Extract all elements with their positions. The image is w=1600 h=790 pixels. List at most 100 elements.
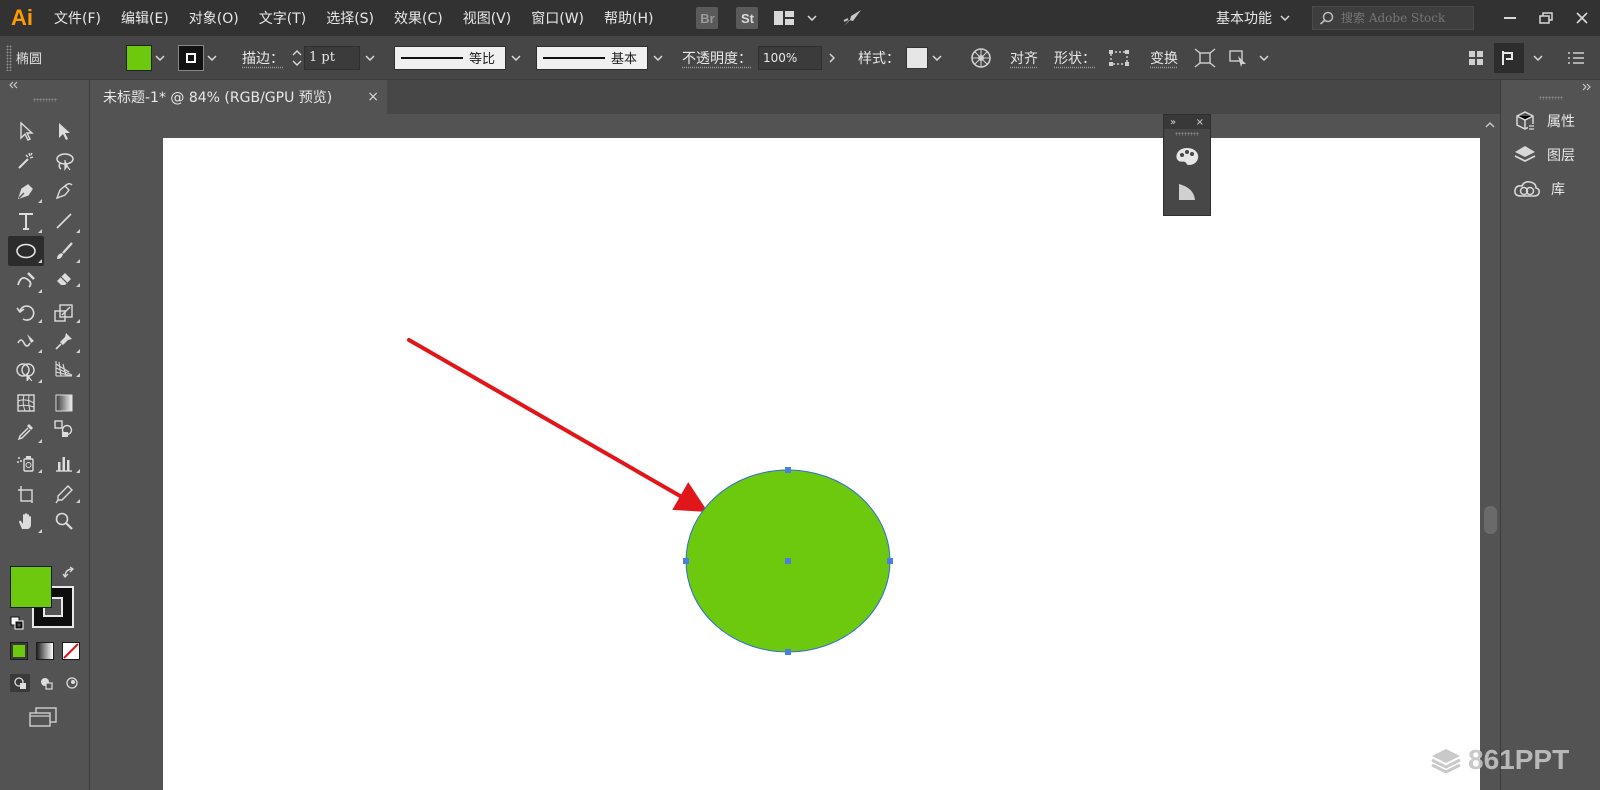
workspace-switcher[interactable]: 基本功能 — [1216, 8, 1290, 28]
stock-search-box[interactable] — [1312, 6, 1474, 30]
control-bar-menu-icon[interactable] — [1568, 51, 1584, 65]
vertical-scrollbar[interactable] — [1481, 114, 1500, 790]
stroke-swatch[interactable] — [178, 44, 204, 71]
default-fill-stroke-icon[interactable] — [10, 616, 24, 630]
hand-tool[interactable] — [8, 506, 44, 536]
bridge-icon[interactable]: Br — [696, 7, 719, 29]
lasso-tool[interactable] — [46, 146, 82, 176]
properties-panel-tab[interactable]: 属性 — [1501, 104, 1600, 138]
line-segment-tool[interactable] — [46, 206, 82, 236]
swap-fill-stroke-icon[interactable] — [62, 566, 76, 580]
opacity-input[interactable] — [758, 45, 822, 70]
floating-panel-grip[interactable] — [1175, 132, 1199, 136]
selected-ellipse[interactable] — [683, 467, 893, 655]
menu-window[interactable]: 窗口(W) — [521, 8, 594, 28]
pen-tool[interactable] — [8, 176, 44, 206]
style-swatch[interactable] — [906, 46, 928, 69]
libraries-panel-tab[interactable]: 库 — [1501, 172, 1600, 206]
arrange-documents-icon[interactable] — [773, 10, 795, 26]
fill-swatch[interactable] — [126, 44, 152, 71]
stroke-weight-field[interactable] — [290, 45, 380, 70]
shape-builder-tool[interactable] — [8, 356, 44, 386]
stock-icon[interactable]: St — [736, 7, 759, 29]
chevron-down-icon[interactable] — [928, 54, 946, 61]
puppet-warp-tool[interactable] — [46, 326, 82, 356]
opacity-field[interactable] — [758, 45, 842, 70]
menu-effect[interactable]: 效果(C) — [384, 8, 453, 28]
gradient-mode-button[interactable] — [36, 642, 54, 660]
color-mode-button[interactable] — [10, 642, 28, 660]
color-panel-icon[interactable] — [1164, 138, 1210, 174]
menu-file[interactable]: 文件(F) — [44, 8, 111, 28]
curvature-tool[interactable] — [46, 176, 82, 206]
menu-view[interactable]: 视图(V) — [453, 8, 522, 28]
tools-panel-grip[interactable] — [32, 98, 57, 102]
anchor-right[interactable] — [887, 558, 893, 564]
chevron-down-icon[interactable] — [648, 54, 668, 61]
fill-color-box[interactable] — [10, 566, 52, 608]
mesh-tool[interactable] — [8, 390, 44, 416]
select-similar-icon[interactable] — [1228, 48, 1250, 68]
chevron-down-icon[interactable] — [1530, 55, 1546, 61]
anchor-top[interactable] — [785, 467, 791, 473]
chevron-right-icon[interactable] — [822, 52, 842, 63]
control-bar-grip[interactable] — [6, 44, 12, 71]
stock-search-input[interactable] — [1341, 11, 1461, 25]
menu-type[interactable]: 文字(T) — [249, 8, 316, 28]
menu-select[interactable]: 选择(S) — [316, 8, 384, 28]
draw-inside-icon[interactable] — [62, 674, 82, 692]
close-window-button[interactable] — [1564, 0, 1600, 36]
graphic-style-dropdown[interactable] — [906, 46, 946, 69]
stroke-weight-input[interactable] — [304, 45, 360, 70]
stroke-weight-stepper[interactable] — [290, 46, 304, 70]
selection-tool[interactable] — [8, 116, 44, 146]
paintbrush-tool[interactable] — [46, 236, 82, 266]
variable-width-profile-dropdown[interactable]: 等比 — [394, 45, 526, 70]
draw-normal-icon[interactable] — [10, 674, 30, 692]
artboard-tool[interactable] — [8, 482, 44, 506]
type-tool[interactable] — [8, 206, 44, 236]
gradient-tool[interactable] — [46, 390, 82, 416]
opacity-label[interactable]: 不透明度： — [682, 48, 752, 68]
magic-wand-tool[interactable] — [8, 146, 44, 176]
symbol-sprayer-tool[interactable] — [8, 450, 44, 476]
artboard[interactable] — [163, 138, 1480, 790]
scale-tool[interactable] — [46, 300, 82, 326]
document-tab[interactable]: 未标题-1* @ 84% (RGB/GPU 预览) × — [91, 80, 387, 114]
chevron-down-icon[interactable] — [506, 54, 526, 61]
perspective-grid-tool[interactable] — [46, 356, 82, 380]
chevron-down-icon[interactable] — [152, 54, 168, 61]
recolor-artwork-icon[interactable] — [970, 47, 992, 69]
expand-panel-icon[interactable]: » — [1170, 117, 1176, 128]
chevron-down-icon[interactable] — [807, 15, 817, 21]
close-tab-icon[interactable]: × — [367, 89, 379, 105]
eyedropper-tool[interactable] — [8, 416, 44, 446]
blend-tool[interactable] — [46, 416, 82, 440]
gpu-rocket-icon[interactable] — [841, 8, 863, 28]
puppet-warp-icon[interactable] — [1494, 43, 1524, 73]
close-panel-icon[interactable]: × — [1196, 117, 1204, 128]
chevron-down-icon[interactable] — [204, 54, 220, 61]
collapse-tools-icon[interactable] — [0, 80, 89, 90]
menu-edit[interactable]: 编辑(E) — [111, 8, 179, 28]
arrange-panels-icon[interactable] — [1468, 50, 1484, 66]
stroke-color-control[interactable] — [178, 44, 220, 71]
shape-properties-icon[interactable] — [1108, 49, 1130, 67]
slice-tool[interactable] — [46, 482, 82, 506]
align-panel-link[interactable]: 对齐 — [1010, 48, 1038, 68]
anchor-left[interactable] — [683, 558, 689, 564]
layers-panel-tab[interactable]: 图层 — [1501, 138, 1600, 172]
isolate-selection-icon[interactable] — [1194, 47, 1216, 68]
chevron-down-icon[interactable] — [360, 54, 380, 61]
shaper-tool[interactable] — [8, 266, 44, 296]
color-guide-icon[interactable] — [1164, 174, 1210, 210]
vertical-scroll-thumb[interactable] — [1484, 506, 1497, 534]
shape-panel-link[interactable]: 形状： — [1054, 48, 1096, 68]
chevron-down-icon[interactable] — [1256, 54, 1272, 61]
eraser-tool[interactable] — [46, 266, 82, 290]
center-point[interactable] — [785, 558, 791, 564]
screen-mode-icon[interactable] — [28, 706, 58, 728]
rotate-tool[interactable] — [8, 300, 44, 326]
none-mode-button[interactable] — [62, 642, 80, 660]
ellipse-tool[interactable] — [8, 236, 44, 266]
